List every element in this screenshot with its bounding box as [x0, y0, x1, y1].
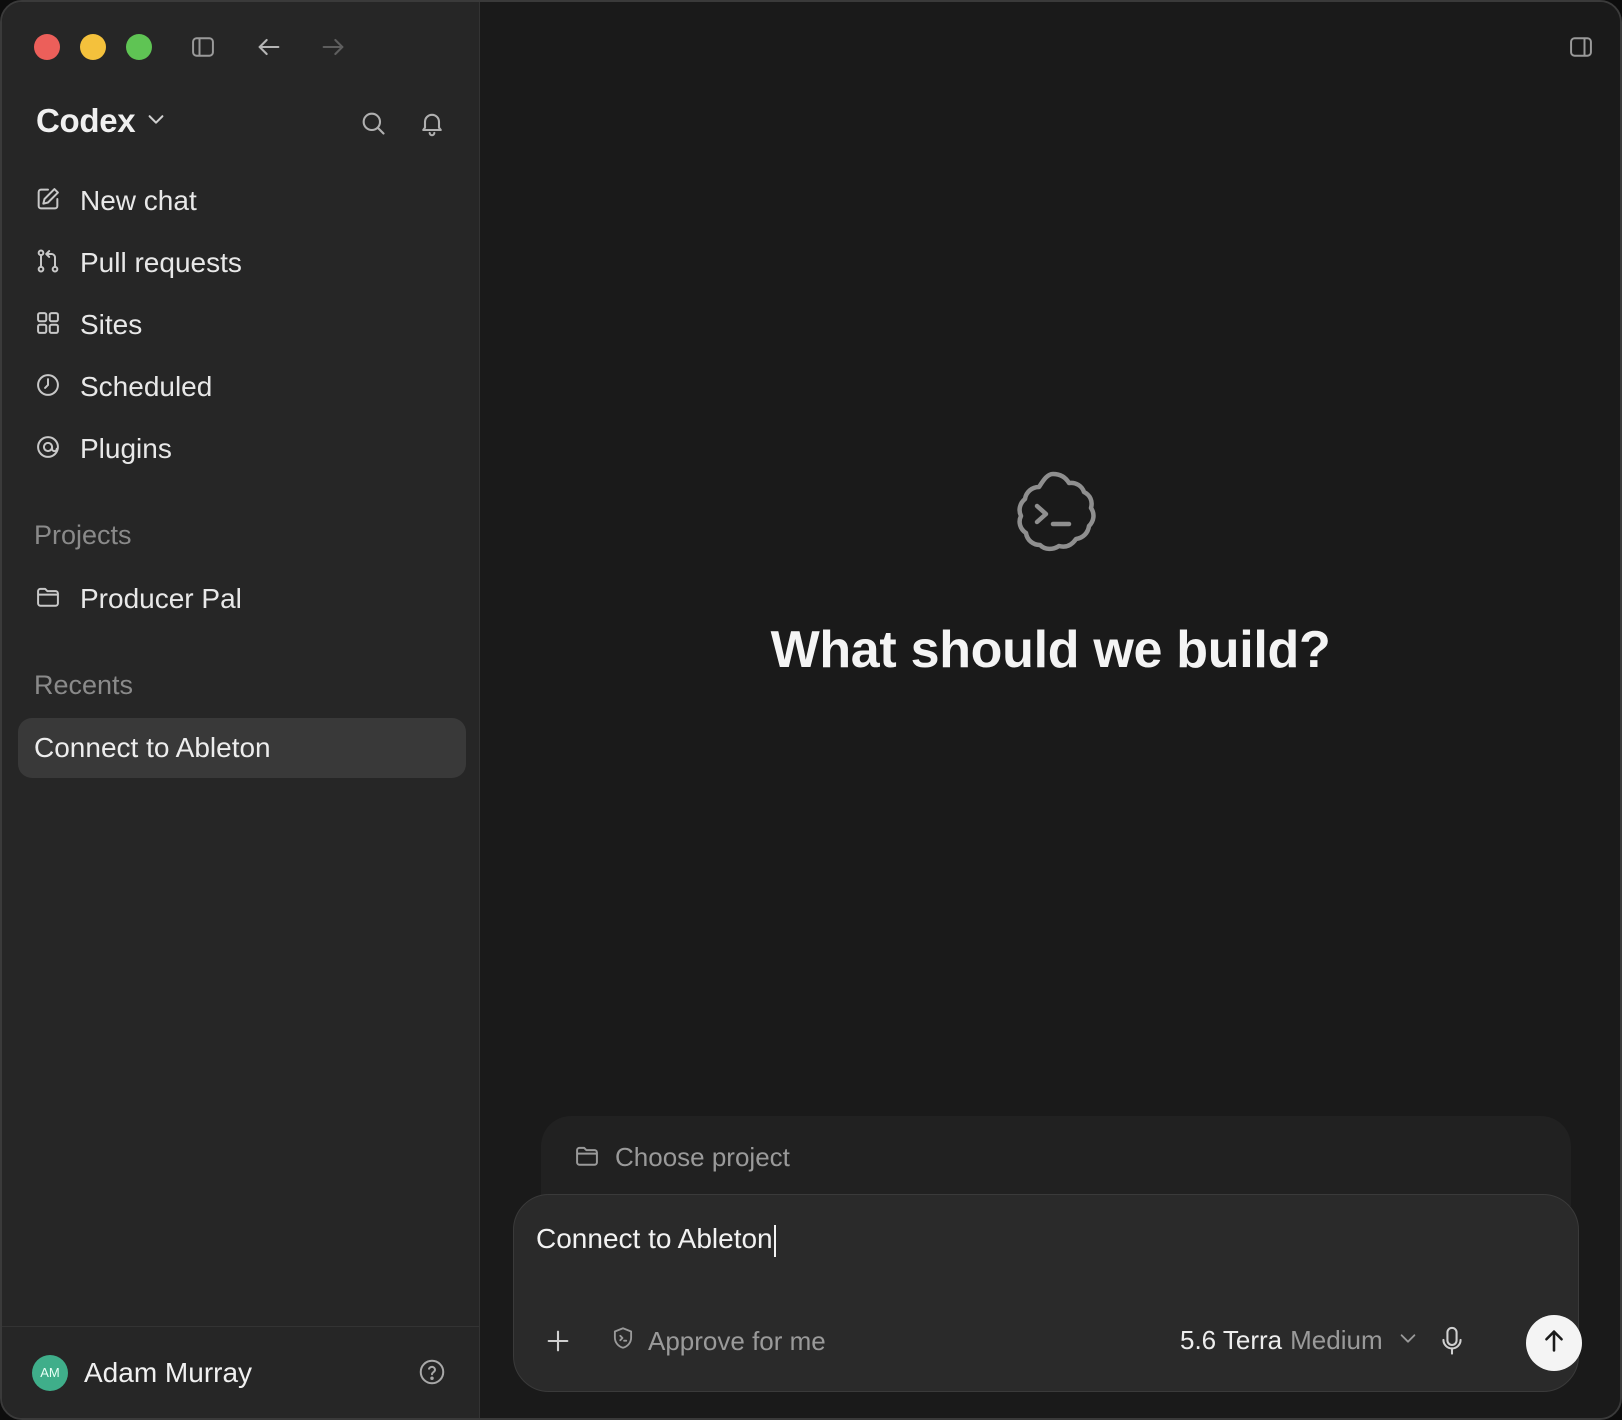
recent-item-connect-to-ableton[interactable]: Connect to Ableton — [18, 718, 466, 778]
shield-icon — [610, 1325, 636, 1358]
nav-item-new-chat[interactable]: New chat — [18, 170, 464, 232]
choose-project-button[interactable]: Choose project — [541, 1116, 1571, 1206]
right-panel-toggle-icon[interactable] — [1564, 30, 1598, 64]
sidebar-toggle-icon[interactable] — [186, 30, 220, 64]
project-label: Producer Pal — [80, 583, 242, 614]
nav-label: Scheduled — [80, 371, 213, 402]
folder-icon — [34, 583, 62, 616]
page-title: What should we build? — [770, 621, 1331, 679]
projects-section-title: Projects — [34, 520, 132, 550]
nav-item-scheduled[interactable]: Scheduled — [18, 356, 464, 418]
notification-bell-icon[interactable] — [415, 106, 449, 140]
nav-label: Plugins — [80, 433, 172, 464]
compose-icon — [34, 185, 62, 218]
workspace-switcher[interactable]: Codex — [36, 102, 167, 140]
nav-item-plugins[interactable]: Plugins — [18, 418, 464, 480]
clock-icon — [34, 371, 62, 404]
approval-mode-label: Approve for me — [648, 1326, 826, 1356]
arrow-up-icon — [1540, 1327, 1568, 1360]
plugin-icon — [34, 433, 62, 466]
nav-label: Pull requests — [80, 247, 242, 278]
approval-mode-button[interactable]: Approve for me — [610, 1325, 826, 1358]
app-window: Codex New chat Pull requests Sites Sched… — [0, 0, 1622, 1420]
project-item-producer-pal[interactable]: Producer Pal — [18, 568, 464, 630]
primary-nav: New chat Pull requests Sites Scheduled P… — [18, 170, 464, 480]
user-bar: AM Adam Murray — [2, 1326, 479, 1418]
nav-label: Sites — [80, 309, 143, 340]
help-icon[interactable] — [415, 1355, 449, 1389]
avatar[interactable]: AM — [32, 1354, 68, 1391]
plus-icon — [544, 1327, 572, 1360]
window-controls — [34, 34, 152, 60]
choose-project-label: Choose project — [615, 1142, 790, 1172]
add-attachment-button[interactable] — [540, 1325, 576, 1361]
model-selector[interactable]: 5.6 Terra Medium — [1180, 1325, 1419, 1356]
prompt-input[interactable]: Connect to Ableton — [536, 1223, 1436, 1257]
close-window-button[interactable] — [34, 34, 60, 60]
nav-label: New chat — [80, 185, 197, 216]
minimize-window-button[interactable] — [80, 34, 106, 60]
chevron-down-icon — [145, 108, 167, 135]
model-effort: Medium — [1290, 1325, 1383, 1355]
microphone-button[interactable] — [1434, 1323, 1470, 1363]
zoom-window-button[interactable] — [126, 34, 152, 60]
model-name: 5.6 Terra — [1180, 1325, 1283, 1355]
nav-item-sites[interactable]: Sites — [18, 294, 464, 356]
recents-section-title: Recents — [34, 670, 134, 700]
send-button[interactable] — [1526, 1315, 1582, 1371]
text-caret — [773, 1224, 776, 1257]
folder-icon — [573, 1142, 601, 1177]
prompt-text: Connect to Ableton — [536, 1223, 773, 1254]
nav-item-pull-requests[interactable]: Pull requests — [18, 232, 464, 294]
main-area: What should we build? Choose project Con… — [481, 2, 1620, 1418]
microphone-icon — [1438, 1325, 1466, 1362]
user-name[interactable]: Adam Murray — [84, 1357, 252, 1389]
app-title: Codex — [36, 102, 136, 139]
composer: Connect to Ableton Approve for me 5.6 Te… — [513, 1194, 1582, 1392]
chevron-down-icon — [1391, 1327, 1419, 1354]
sidebar: Codex New chat Pull requests Sites Sched… — [2, 2, 480, 1418]
forward-arrow-icon[interactable] — [316, 30, 350, 64]
search-icon[interactable] — [356, 106, 390, 140]
recent-label: Connect to Ableton — [34, 732, 271, 763]
back-arrow-icon[interactable] — [252, 30, 286, 64]
codex-logo-icon — [1003, 464, 1103, 564]
grid-icon — [34, 309, 62, 342]
pull-request-icon — [34, 247, 62, 280]
